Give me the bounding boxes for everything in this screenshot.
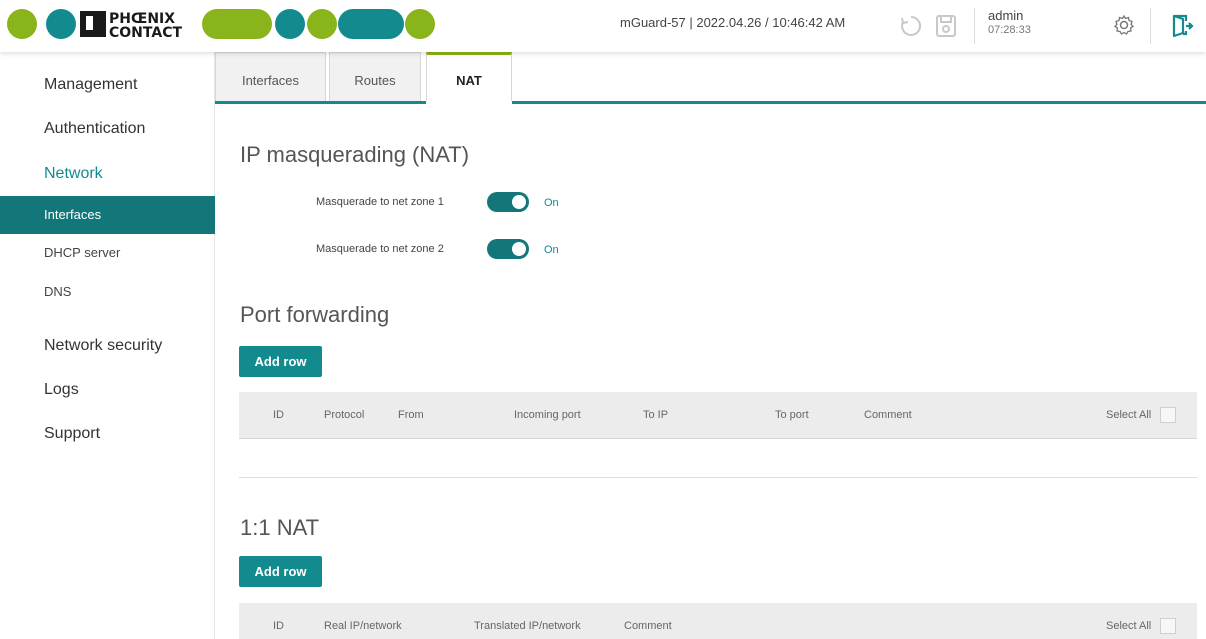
header-divider <box>1150 8 1151 44</box>
toggle-knob <box>512 195 526 209</box>
toggle-knob <box>512 242 526 256</box>
column-header[interactable]: Comment <box>864 392 912 438</box>
phoenix-contact-logo: PHŒNIX CONTACT <box>7 9 435 40</box>
session-timer: 07:28:33 <box>988 24 1031 36</box>
sidebar-subitem-interfaces[interactable]: Interfaces <box>0 196 215 234</box>
sidebar-subitem-dns[interactable]: DNS <box>0 273 215 311</box>
select-all-checkbox[interactable] <box>1160 618 1176 634</box>
column-header[interactable]: To port <box>775 392 809 438</box>
user-info[interactable]: admin 07:28:33 <box>988 8 1031 38</box>
active-tab-gap <box>426 101 512 104</box>
sidebar-item-authentication[interactable]: Authentication <box>44 120 145 138</box>
tab-underline <box>215 101 1206 104</box>
one-to-one-nat-title: 1:1 NAT <box>240 515 320 540</box>
masquerade-zone-2-label: Masquerade to net zone 2 <box>316 243 444 255</box>
save-icon[interactable] <box>934 13 958 39</box>
username: admin <box>988 8 1024 23</box>
tab-bar: Interfaces Routes NAT <box>215 52 1206 104</box>
sidebar-item-network-security[interactable]: Network security <box>44 337 162 355</box>
sidebar-item-network[interactable]: Network <box>44 165 103 183</box>
top-header: PHŒNIX CONTACT mGuard-57 | 2022.04.26 / … <box>0 0 1206 52</box>
select-all-label: Select All <box>1106 620 1152 632</box>
port-forwarding-add-row-button[interactable]: Add row <box>239 346 322 377</box>
svg-text:CONTACT: CONTACT <box>109 25 182 40</box>
column-header[interactable]: ID <box>273 392 284 438</box>
column-header[interactable]: Real IP/network <box>324 603 402 639</box>
select-all-checkbox[interactable] <box>1160 407 1176 423</box>
one-to-one-nat-table-header: ID Real IP/network Translated IP/network… <box>239 603 1197 639</box>
table-border <box>239 438 1197 439</box>
masquerading-title: IP masquerading (NAT) <box>240 142 470 167</box>
sidebar-subitem-dhcp-server[interactable]: DHCP server <box>0 234 215 272</box>
tab-interfaces[interactable]: Interfaces <box>215 52 326 101</box>
sidebar: Management Authentication Network Interf… <box>0 52 215 639</box>
masquerade-zone-1-toggle[interactable] <box>487 192 529 212</box>
section-divider <box>239 477 1197 478</box>
column-header[interactable]: Incoming port <box>514 392 581 438</box>
header-divider <box>974 8 975 44</box>
column-header[interactable]: From <box>398 392 424 438</box>
logout-icon[interactable] <box>1170 13 1194 39</box>
column-header[interactable]: Translated IP/network <box>474 603 581 639</box>
column-header[interactable]: ID <box>273 603 284 639</box>
masquerade-zone-1-label: Masquerade to net zone 1 <box>316 196 444 208</box>
column-header[interactable]: Protocol <box>324 392 364 438</box>
tab-nat[interactable]: NAT <box>426 52 512 102</box>
one-to-one-nat-add-row-button[interactable]: Add row <box>239 556 322 587</box>
masquerade-zone-2-state: On <box>544 244 559 256</box>
refresh-icon[interactable] <box>898 13 924 39</box>
masquerade-zone-1-state: On <box>544 197 559 209</box>
port-forwarding-title: Port forwarding <box>240 302 390 327</box>
sidebar-item-management[interactable]: Management <box>44 76 137 94</box>
column-header[interactable]: Comment <box>624 603 672 639</box>
sidebar-item-logs[interactable]: Logs <box>44 381 79 399</box>
masquerade-zone-2-toggle[interactable] <box>487 239 529 259</box>
tab-routes[interactable]: Routes <box>329 52 421 101</box>
settings-gear-icon[interactable] <box>1113 14 1135 36</box>
column-header[interactable]: To IP <box>643 392 668 438</box>
select-all-label: Select All <box>1106 409 1152 421</box>
device-info: mGuard-57 | 2022.04.26 / 10:46:42 AM <box>620 15 846 30</box>
sidebar-item-support[interactable]: Support <box>44 425 100 443</box>
port-forwarding-table-header: ID Protocol From Incoming port To IP To … <box>239 392 1197 438</box>
